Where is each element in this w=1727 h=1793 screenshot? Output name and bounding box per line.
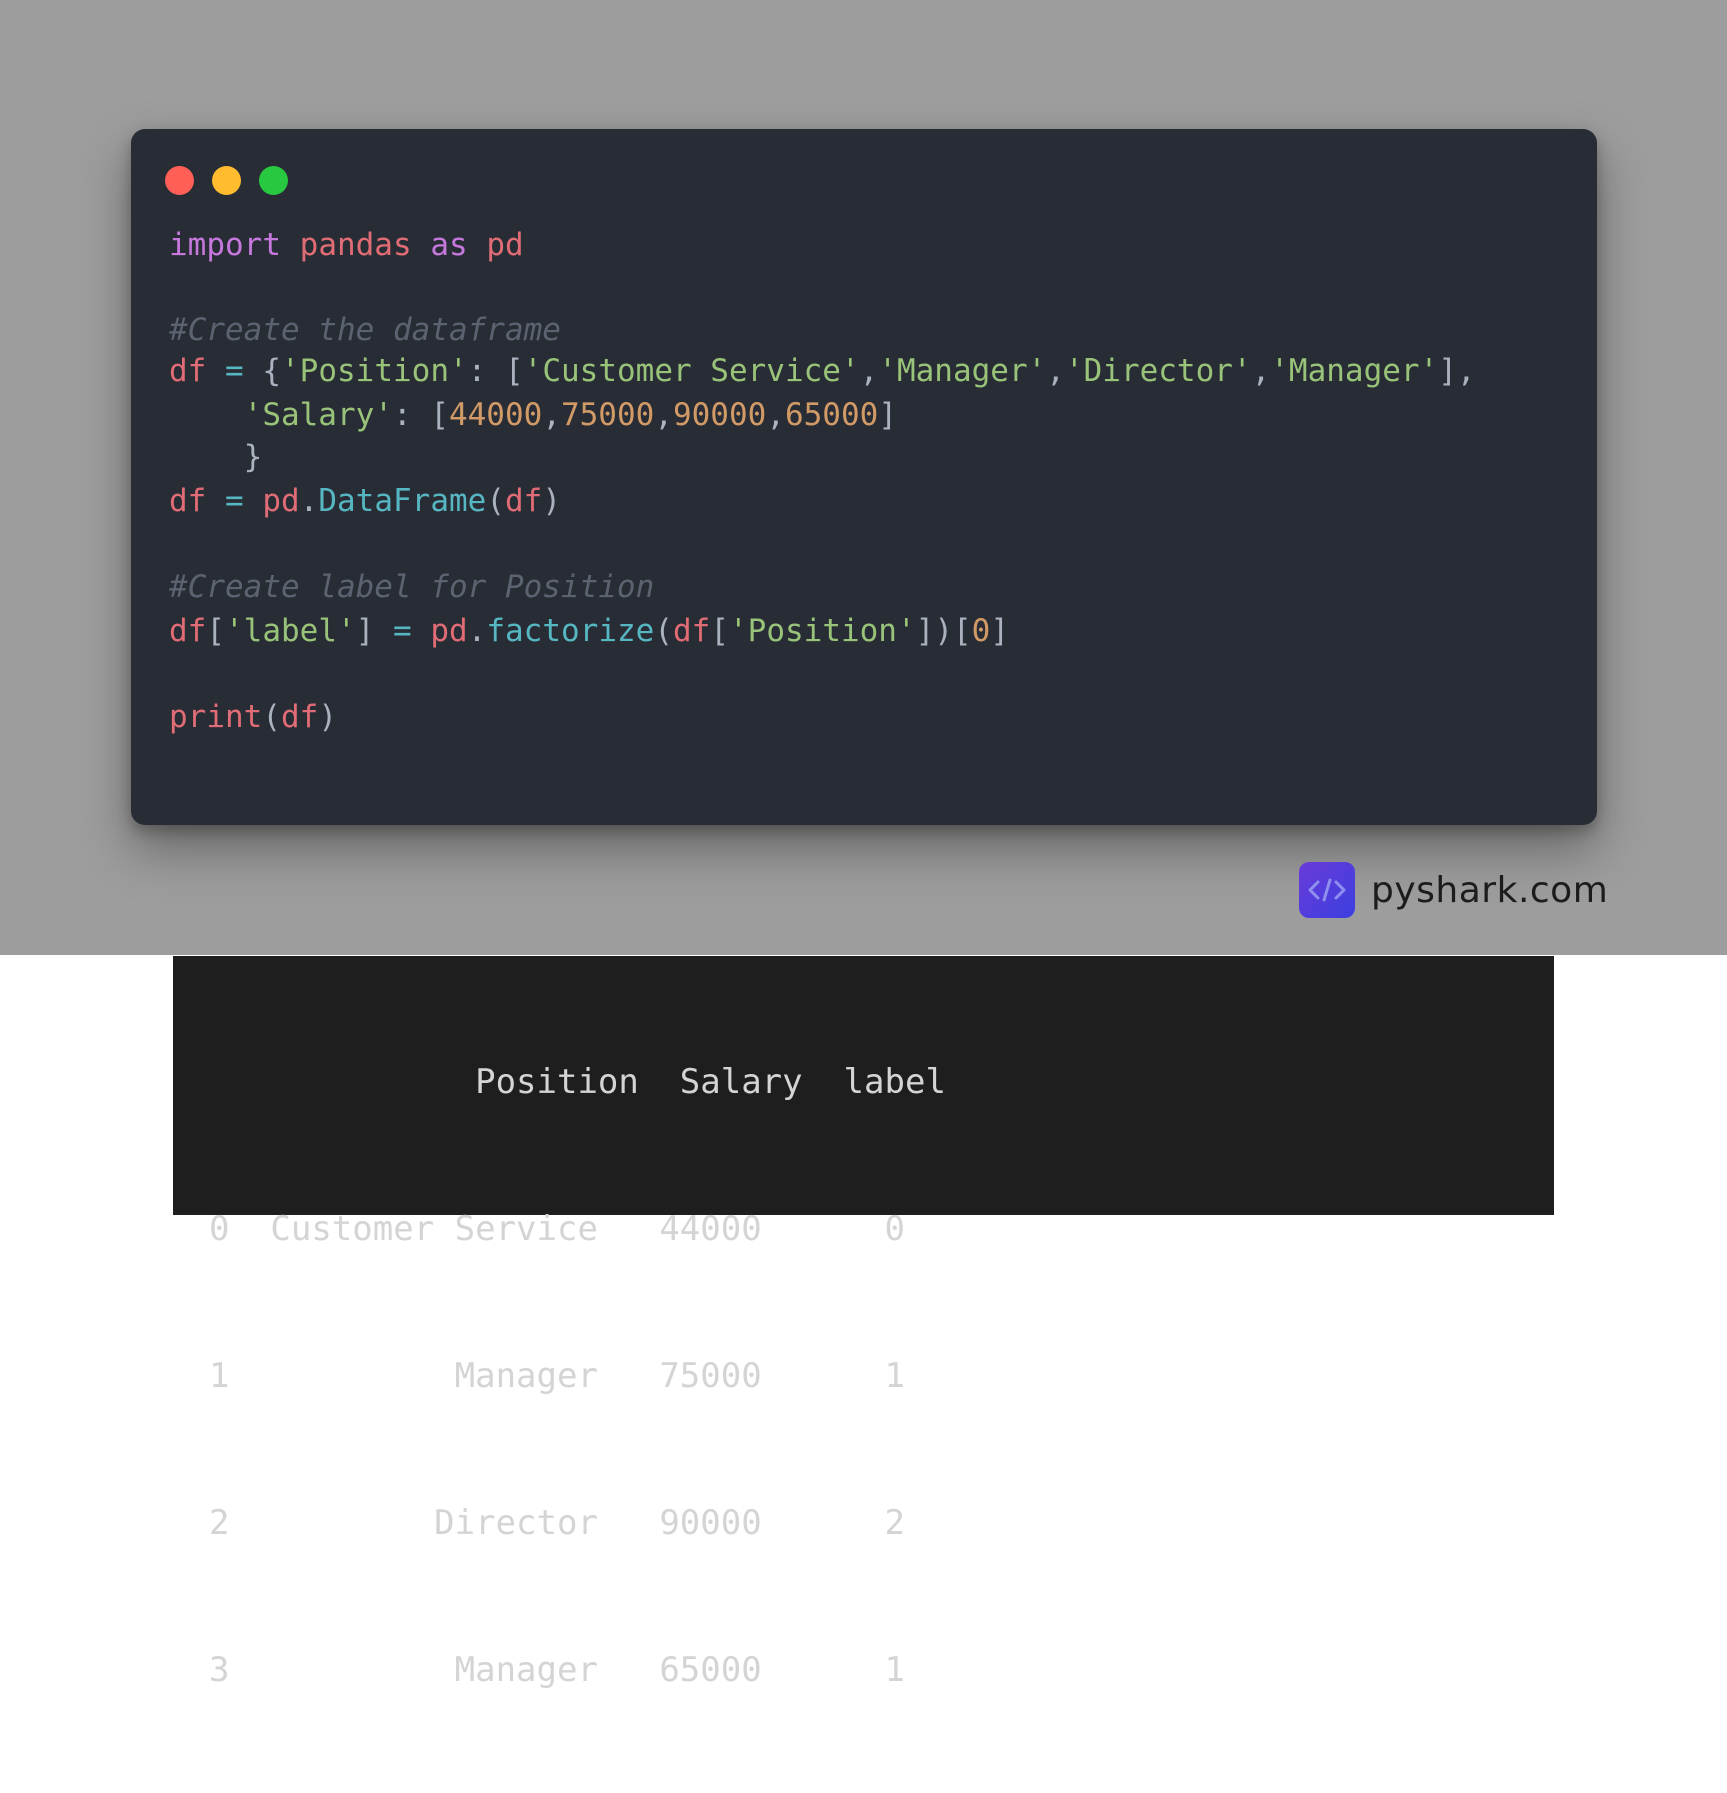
code-line: df['label'] = pd.factorize(df['Position'… (169, 613, 1009, 649)
brand-logo: pyshark.com (1299, 862, 1608, 918)
code-window: import pandas as pd #Create the datafram… (131, 129, 1597, 825)
output-row: 2 Director 90000 2 (209, 1503, 905, 1543)
code-line: 'Salary': [44000,75000,90000,65000] (243, 397, 897, 433)
code-block: import pandas as pd #Create the datafram… (169, 129, 1476, 735)
code-line: df = {'Position': ['Customer Service','M… (169, 353, 1476, 389)
code-line: import pandas as pd (169, 227, 524, 263)
code-comment-line: #Create label for Position (169, 569, 655, 605)
output-row: 3 Manager 65000 1 (209, 1650, 905, 1690)
dataframe-output: Position Salary label 0 Customer Service… (209, 960, 946, 1793)
output-row: 1 Manager 75000 1 (209, 1356, 905, 1396)
output-row: 0 Customer Service 44000 0 (209, 1209, 905, 1249)
maximize-dot-icon[interactable] (259, 166, 288, 195)
code-line: } (243, 439, 263, 475)
brand-name: pyshark.com (1371, 869, 1609, 911)
code-brackets-icon (1299, 862, 1355, 918)
code-line: print(df) (169, 699, 337, 735)
terminal-output: Position Salary label 0 Customer Service… (173, 956, 1554, 1690)
output-header-row: Position Salary label (209, 1062, 946, 1102)
code-comment-line: #Create the dataframe (169, 312, 561, 348)
code-line: df = pd.DataFrame(df) (169, 483, 561, 519)
